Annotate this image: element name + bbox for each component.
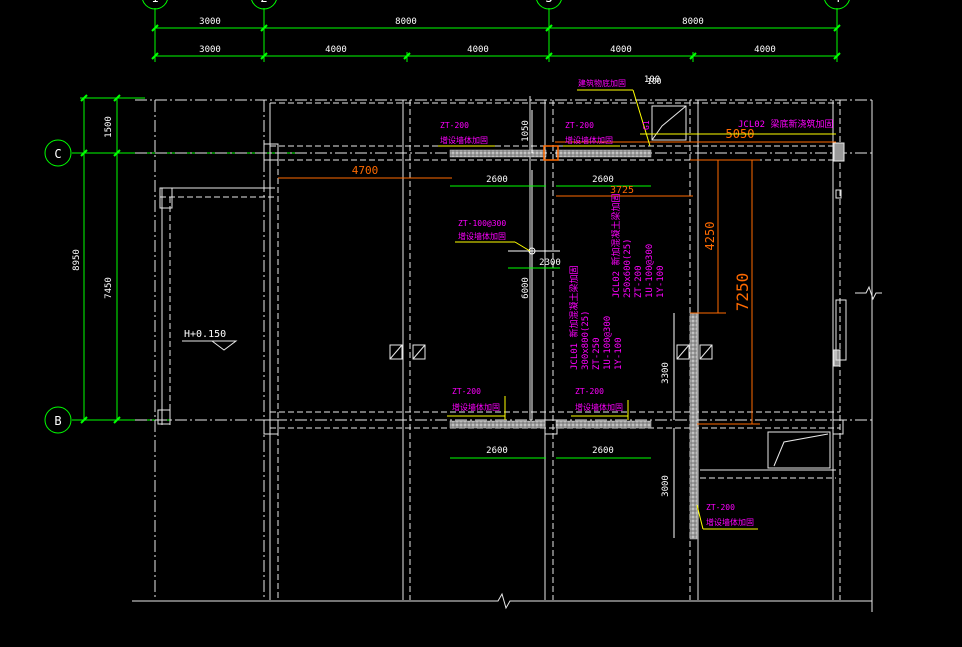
tag-zt200-right: ZT-200: [706, 503, 735, 512]
dim-left-8950: 8950: [72, 249, 82, 271]
axis-label-4: 4: [833, 0, 840, 5]
jcl02-line-3: ZT-200: [634, 265, 644, 298]
axis-bubble-1: 1: [142, 0, 168, 10]
jcl01-line-3: ZT-250: [592, 337, 602, 370]
axis-bubble-b: B: [44, 406, 72, 434]
tag-zt200-bot-b: ZT-200: [575, 387, 604, 396]
jcl02-line-2: 250x600(25): [623, 238, 633, 298]
dim-2600-c: 2600: [486, 446, 508, 456]
jcl01-line-5: 1Y-100: [614, 337, 624, 370]
axis-label-1: 1: [151, 0, 158, 5]
tag-sub-top-b: 增设墙体加固: [565, 135, 613, 145]
tag-top-label: 建筑物底加固: [578, 78, 626, 88]
dim-2600-b: 2600: [592, 175, 614, 185]
dim-7250: 7250: [733, 273, 752, 312]
dim-2600-d: 2600: [592, 446, 614, 456]
dim-top-8000-b: 8000: [682, 17, 704, 27]
tag-sub-right: 增设墙体加固: [706, 517, 754, 527]
dim-row2-4000-b: 4000: [467, 45, 489, 55]
dim-row2-4000-d: 4000: [754, 45, 776, 55]
tag-zt200-bot-a: ZT-200: [452, 387, 481, 396]
tag-sub-bot-a: 增设墙体加固: [452, 402, 500, 412]
dim-4700: 4700: [352, 164, 379, 177]
left-dimensions: 1500 7450 8950: [72, 116, 114, 299]
walls: [132, 96, 882, 612]
axis-label-3: 3: [545, 0, 552, 5]
dim-row2-4000-c: 4000: [610, 45, 632, 55]
axis-bubble-c: C: [44, 139, 72, 167]
tag-sub-top-a: 增设墙体加固: [440, 135, 488, 145]
dim-3300: 3300: [661, 362, 671, 384]
orange-dimensions: [278, 141, 836, 425]
jcl01-line-1: JCL01 新加混凝土梁加固: [568, 265, 580, 370]
dim-row2-4000-a: 4000: [325, 45, 347, 55]
dim-top-3000: 3000: [199, 17, 221, 27]
jcl01-line-2: 300x800(25): [581, 310, 591, 370]
beam-jcl02-note: JCL02 新加混凝土梁加固 250x600(25) ZT-200 1U-100…: [610, 193, 666, 298]
dim-left-7450: 7450: [104, 277, 114, 299]
tag-sub-mid: 增设墙体加固: [458, 231, 506, 241]
axis-bubble-4: 4: [824, 0, 850, 10]
dim-row2-3000: 3000: [199, 45, 221, 55]
tag-jcl02-caption: JCL02 梁底新浇筑加固: [738, 118, 834, 130]
white-dimensions: [508, 110, 675, 538]
axis-label-b: B: [54, 414, 61, 428]
tag-100: 100: [647, 77, 662, 86]
level-label: H+0.150: [184, 329, 226, 340]
dim-left-1500: 1500: [104, 116, 114, 138]
tag-zt200-top-b: ZT-200: [565, 121, 594, 130]
tag-sub-bot-b: 增设墙体加固: [575, 402, 623, 412]
dim-top-8000-a: 8000: [395, 17, 417, 27]
dim-3000: 3000: [661, 475, 671, 497]
jcl02-line-4: 1U-100@300: [645, 244, 655, 298]
tag-g1: G1: [642, 120, 651, 130]
top-dimensions: 3000 8000 8000 3000 4000 4000 4000 4000: [199, 17, 776, 55]
annotation-tags: ZT-200 增设墙体加固 ZT-200 增设墙体加固 建筑物底加固 100 G…: [440, 77, 834, 527]
dim-1050: 1050: [521, 120, 531, 142]
dim-2600-a: 2600: [486, 175, 508, 185]
axis-lines: [72, 8, 841, 424]
axis-bubble-3: 3: [536, 0, 562, 10]
jcl01-line-4: 1U-100@300: [603, 316, 613, 370]
axis-label-c: C: [54, 147, 61, 161]
axis-bubbles: 1 2 3 4 C B: [44, 0, 850, 434]
jcl02-line-5: 1Y-100: [656, 265, 666, 298]
jcl02-line-1: JCL02 新加混凝土梁加固: [610, 193, 622, 298]
tag-zt100: ZT-100@300: [458, 219, 506, 228]
dim-2300: 2300: [539, 258, 561, 268]
cad-drawing: 1 2 3 4 C B 3000 8000 8000 3000 4000 400…: [44, 0, 882, 612]
axis-label-2: 2: [260, 0, 267, 5]
tag-zt200-top-a: ZT-200: [440, 121, 469, 130]
dim-6000: 6000: [521, 277, 531, 299]
axis-bubble-2: 2: [251, 0, 277, 10]
dim-4250: 4250: [703, 222, 717, 251]
